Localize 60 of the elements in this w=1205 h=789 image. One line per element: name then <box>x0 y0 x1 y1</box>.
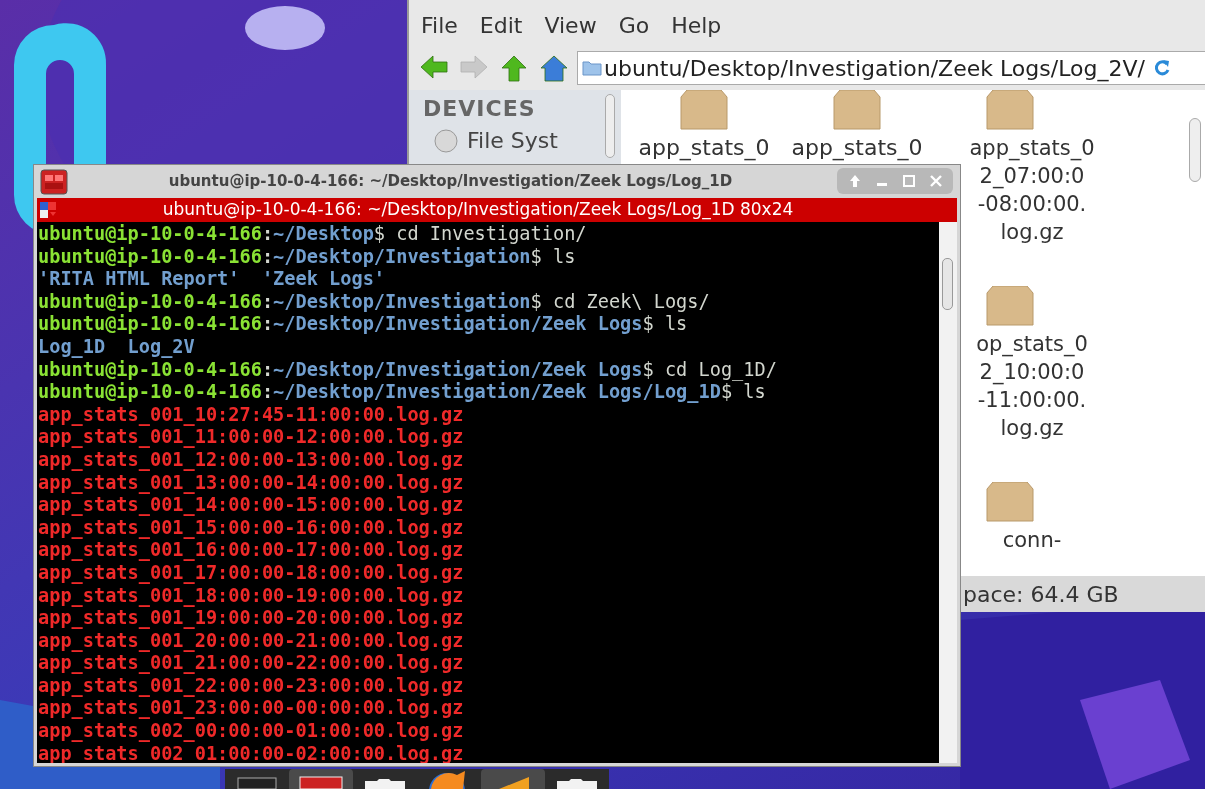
package-icon <box>830 90 884 130</box>
folder-icon <box>555 777 599 789</box>
scrollbar[interactable] <box>942 258 953 310</box>
terminal-app-icon <box>40 168 68 195</box>
file-name[interactable]: app_stats_0 <box>791 134 923 162</box>
scrollbar[interactable] <box>1189 118 1201 182</box>
file-name[interactable]: conn- <box>1002 526 1062 554</box>
file-name[interactable]: app_stats_0 2_07:00:0 -08:00:00. log.gz <box>969 134 1095 246</box>
terminal-line: ubuntu@ip-10-0-4-166:~/Desktop/Investigation/Zeek Logs/Log_1D$ ls <box>38 381 767 404</box>
drive-icon <box>433 128 459 154</box>
terminal-line: app_stats_001_14:00:00-15:00:00.log.gz <box>38 494 465 517</box>
folder-icon <box>363 777 407 789</box>
terminal-line: app_stats_001_10:27:45-11:00:00.log.gz <box>38 403 465 427</box>
menu-item[interactable]: File <box>421 8 458 42</box>
terminal-line: 'RITA HTML Report' 'Zeek Logs' <box>38 268 387 291</box>
file-name[interactable]: op_stats_0 2_10:00:0 -11:00:00. log.gz <box>976 330 1088 442</box>
menu-item[interactable]: Edit <box>479 8 523 42</box>
terminal-line: app_stats_001_11:00:00-12:00:00.log.gz <box>38 426 465 449</box>
menu-item[interactable]: Help <box>671 8 722 42</box>
terminal-line: app_stats_001_22:00:00-23:00:00.log.gz <box>38 674 465 698</box>
tab-title: ubuntu@ip-10-0-4-166: ~/Desktop/Investigation/Zeek Logs/Log_1D 80x24 <box>161 198 795 222</box>
terminal-line: app_stats_001_21:00:00-22:00:00.log.gz <box>38 652 465 675</box>
address-field[interactable]: ubuntu/Desktop/Investigation/Zeek Logs/Log_2V/ <box>577 51 1205 85</box>
sidebar-heading: DEVICES <box>423 95 537 123</box>
file-name[interactable]: app_stats_0 <box>638 134 770 162</box>
package-icon <box>677 90 731 130</box>
menu-item[interactable]: Go <box>618 8 650 42</box>
terminal-line: ubuntu@ip-10-0-4-166:~/Desktop/Investigation/Zeek Logs$ ls <box>38 313 689 336</box>
window-menu-icon[interactable] <box>39 200 59 220</box>
terminal-line: app_stats_001_20:00:00-21:00:00.log.gz <box>38 629 465 653</box>
terminal-line: app_stats_002_00:00:00-01:00:00.log.gz <box>38 720 465 743</box>
package-icon <box>983 90 1037 130</box>
reload-icon[interactable] <box>1152 58 1171 78</box>
terminal-line: app_stats_001_19:00:00-20:00:00.log.gz <box>38 607 465 630</box>
sidebar-item[interactable]: File Syst <box>423 127 621 155</box>
terminal-line: ubuntu@ip-10-0-4-166:~/Desktop/Investigation/Zeek Logs$ cd Log_1D/ <box>38 358 778 382</box>
folder-icon <box>582 60 602 76</box>
terminal-line: app_stats_001_23:00:00-00:00:00.log.gz <box>38 697 465 721</box>
maximize-icon[interactable] <box>901 174 916 188</box>
free-space-text: pace: 64.4 GB <box>963 580 1119 609</box>
package-icon <box>983 482 1037 522</box>
terminal-line: Log_1D Log_2V <box>38 335 196 359</box>
terminal-app-icon <box>299 775 343 789</box>
close-icon[interactable] <box>928 174 943 188</box>
terminal-line: app_stats_001_12:00:00-13:00:00.log.gz <box>38 448 465 472</box>
scrollbar[interactable] <box>605 94 615 158</box>
terminal-line: app_stats_001_16:00:00-17:00:00.log.gz <box>38 539 465 562</box>
terminal-line: ubuntu@ip-10-0-4-166:~/Desktop/Investigation$ ls <box>38 245 577 269</box>
up-arrow-icon <box>499 53 529 83</box>
package-icon <box>983 286 1037 326</box>
terminal-line: app_stats_001_18:00:00-19:00:00.log.gz <box>38 584 465 608</box>
terminal-line: ubuntu@ip-10-0-4-166:~/Desktop/Investigation$ cd Zeek\ Logs/ <box>38 290 711 314</box>
house-icon <box>539 53 569 83</box>
terminal-line: app_stats_001_15:00:00-16:00:00.log.gz <box>38 516 465 540</box>
terminal-line: ubuntu@ip-10-0-4-166:~/Desktop$ cd Investigation/ <box>38 223 588 246</box>
menu-item[interactable]: View <box>544 8 597 42</box>
terminal-line: app_stats_001_13:00:00-14:00:00.log.gz <box>38 471 465 495</box>
terminal-line: app_stats_001_17:00:00-18:00:00.log.gz <box>38 561 465 585</box>
window-title: ubuntu@ip-10-0-4-166: ~/Desktop/Investigation/Zeek Logs/Log_1D <box>167 171 734 193</box>
up-arrow-icon[interactable] <box>847 174 862 188</box>
